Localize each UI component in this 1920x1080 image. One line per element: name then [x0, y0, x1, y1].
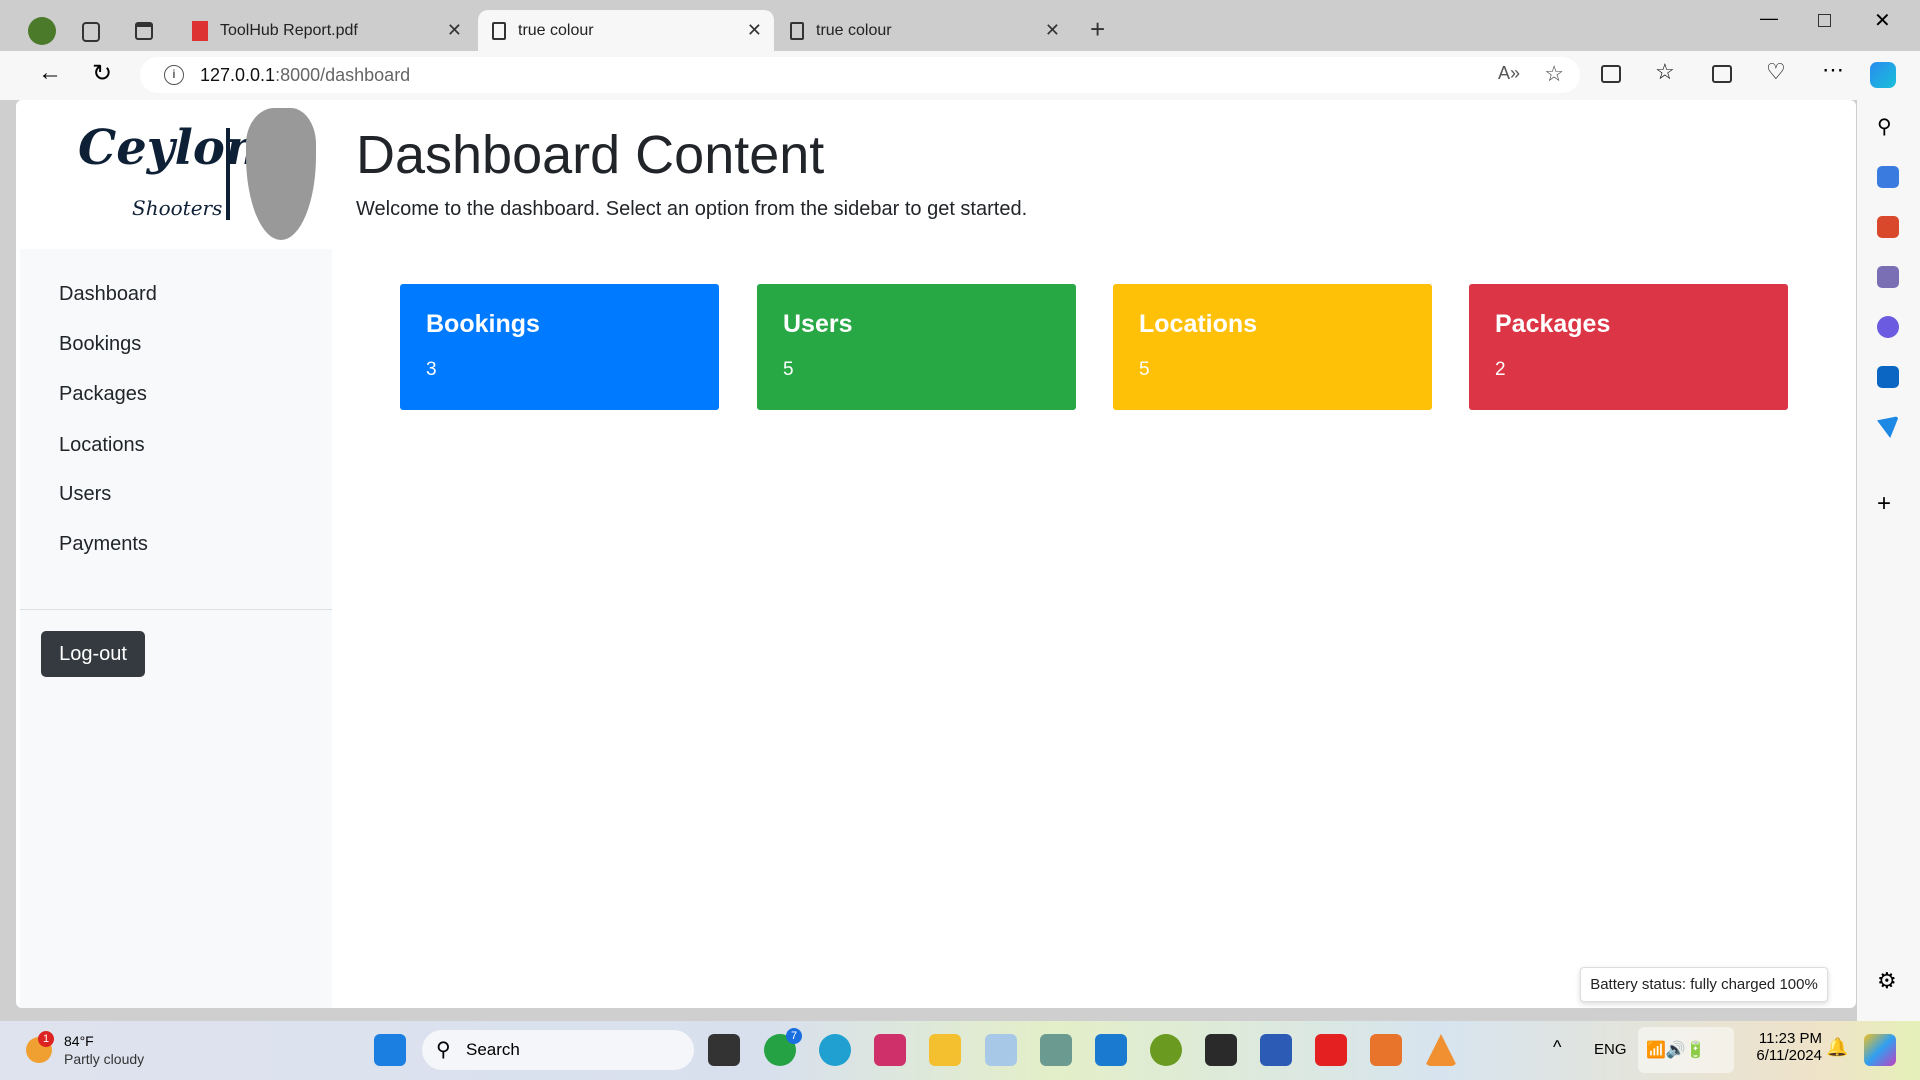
page-icon [790, 21, 804, 40]
card-title: Users [783, 310, 853, 338]
logo-divider [226, 128, 230, 220]
vscode-icon[interactable] [1095, 1034, 1127, 1066]
page-icon [492, 21, 506, 40]
page-title: Dashboard Content [356, 125, 825, 185]
split-screen-icon[interactable] [1601, 65, 1621, 83]
battery-tooltip: Battery status: fully charged 100% [1580, 967, 1828, 1002]
word-icon[interactable] [1260, 1034, 1292, 1066]
card-value: 3 [426, 359, 437, 380]
pycharm-icon[interactable] [1205, 1034, 1237, 1066]
ceylon-shooters-logo: Ceylon Shooters [20, 100, 332, 249]
sidebar-item-dashboard[interactable]: Dashboard [59, 283, 157, 306]
network-sound-battery[interactable]: 📶🔊🔋 [1638, 1027, 1734, 1073]
page-subtitle: Welcome to the dashboard. Select an opti… [356, 198, 1028, 220]
settings-gear-icon[interactable]: ⚙ [1877, 968, 1897, 994]
edge-sidebar: ⚲ + ⚙ [1857, 100, 1920, 1021]
favorite-star-icon[interactable]: ☆ [1544, 61, 1564, 87]
tools-icon[interactable] [1877, 216, 1899, 238]
tab-bar: ToolHub Report.pdf ✕ true colour ✕ true co… [0, 0, 1920, 51]
sidebar: Ceylon Shooters Dashboard Bookings Packa… [20, 100, 332, 1008]
clock[interactable]: 11:23 PM 6/11/2024 [1742, 1030, 1822, 1064]
edge-icon[interactable] [819, 1034, 851, 1066]
refresh-icon[interactable]: ↻ [92, 59, 112, 88]
chatgpt-icon[interactable] [1040, 1034, 1072, 1066]
new-tab-button[interactable]: + [1090, 14, 1105, 45]
sidebar-item-payments[interactable]: Payments [59, 533, 148, 556]
copilot-taskbar-icon[interactable] [1864, 1034, 1896, 1066]
file-explorer-icon[interactable] [929, 1034, 961, 1066]
phpmyadmin-icon[interactable] [1425, 1034, 1457, 1066]
tab-pdf[interactable]: ToolHub Report.pdf ✕ [178, 10, 474, 51]
card-title: Packages [1495, 310, 1611, 338]
minimize-button[interactable]: — [1760, 8, 1778, 29]
whatsapp-icon[interactable]: 7 [764, 1028, 802, 1066]
vertical-tabs-icon[interactable] [135, 22, 153, 40]
stat-card-packages: Packages 2 [1469, 284, 1788, 410]
card-value: 5 [1139, 359, 1150, 380]
sri-lanka-map-icon [246, 108, 316, 240]
tab-true-colour[interactable]: true colour ✕ [776, 10, 1072, 51]
youtube-icon[interactable] [1315, 1034, 1347, 1066]
stat-card-locations: Locations 5 [1113, 284, 1432, 410]
copilot-icon[interactable] [1870, 62, 1896, 88]
close-tab-icon[interactable]: ✕ [1045, 20, 1060, 41]
profile-avatar[interactable] [28, 17, 56, 45]
weather-badge: 1 [38, 1031, 54, 1047]
performance-monitor-icon[interactable] [985, 1034, 1017, 1066]
language-indicator[interactable]: ENG [1594, 1041, 1627, 1058]
outlook-icon[interactable] [1877, 366, 1899, 388]
taskbar-search[interactable]: ⚲ Search [422, 1030, 694, 1070]
sidebar-item-packages[interactable]: Packages [59, 383, 147, 406]
logout-button[interactable]: Log-out [41, 631, 145, 677]
show-hidden-icons[interactable]: ^ [1553, 1037, 1561, 1058]
microsoft365-icon[interactable] [1877, 316, 1899, 338]
close-window-button[interactable]: ✕ [1874, 8, 1891, 33]
search-icon[interactable]: ⚲ [1877, 114, 1892, 139]
more-menu-icon[interactable]: ⋯ [1822, 57, 1844, 83]
pdf-icon [192, 20, 208, 41]
card-value: 5 [783, 359, 794, 380]
stat-card-users: Users 5 [757, 284, 1076, 410]
close-tab-icon[interactable]: ✕ [747, 20, 762, 41]
url-input[interactable]: i 127.0.0.1:8000/dashboard A» ☆ [140, 57, 1580, 93]
collections-icon[interactable] [1712, 65, 1732, 83]
xampp-icon[interactable] [1370, 1034, 1402, 1066]
workspaces-icon[interactable] [82, 22, 100, 42]
stat-card-bookings: Bookings 3 [400, 284, 719, 410]
sidebar-item-locations[interactable]: Locations [59, 434, 145, 457]
maximize-button[interactable] [1818, 14, 1831, 27]
start-button[interactable] [374, 1034, 406, 1066]
games-icon[interactable] [1877, 266, 1899, 288]
tab-true-colour-active[interactable]: true colour ✕ [478, 10, 774, 51]
card-title: Bookings [426, 310, 540, 338]
task-view-icon[interactable] [708, 1034, 740, 1066]
shopping-tag-icon[interactable] [1877, 166, 1899, 188]
favorites-icon[interactable]: ☆ [1655, 59, 1675, 85]
read-aloud-icon[interactable]: A» [1498, 63, 1520, 84]
add-icon[interactable]: + [1877, 490, 1891, 518]
taskbar: 1 84°F Partly cloudy ⚲ Search 7 ^ ENG 📶🔊… [0, 1021, 1920, 1080]
send-icon[interactable] [1877, 416, 1899, 438]
web-page: Ceylon Shooters Dashboard Bookings Packa… [16, 100, 1856, 1008]
notification-bell-icon[interactable]: 🔔 [1826, 1037, 1848, 1058]
card-title: Locations [1139, 310, 1258, 338]
sidebar-item-users[interactable]: Users [59, 483, 111, 506]
close-tab-icon[interactable]: ✕ [447, 20, 462, 41]
card-value: 2 [1495, 359, 1506, 380]
browser-essentials-icon[interactable]: ♡ [1766, 59, 1786, 85]
intellij-icon[interactable] [874, 1034, 906, 1066]
sidebar-item-bookings[interactable]: Bookings [59, 333, 141, 356]
info-icon[interactable]: i [164, 65, 184, 85]
back-icon[interactable]: ← [38, 59, 62, 87]
address-bar-row: ← ↻ i 127.0.0.1:8000/dashboard A» ☆ ☆ ♡ … [0, 51, 1920, 100]
search-icon: ⚲ [436, 1039, 451, 1061]
sidebar-divider [20, 609, 332, 610]
postman-icon[interactable] [1150, 1034, 1182, 1066]
weather-widget[interactable]: 1 84°F Partly cloudy [22, 1031, 182, 1071]
